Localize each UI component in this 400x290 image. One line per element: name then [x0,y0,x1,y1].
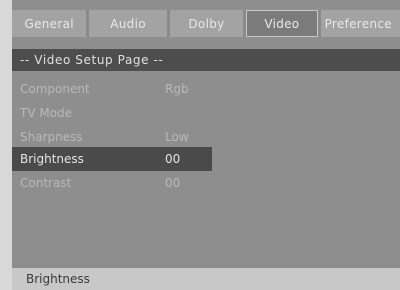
tab-general[interactable]: General [12,10,87,37]
menu-item-brightness[interactable]: Brightness 00 [12,147,212,171]
menu-item-sharpness[interactable]: Sharpness Low [12,125,212,149]
menu-item-value: 00 [165,152,181,166]
menu-item-value: Rgb [165,82,189,96]
menu-item-tv-mode[interactable]: TV Mode [12,101,212,125]
tab-audio[interactable]: Audio [89,10,167,37]
menu-item-contrast[interactable]: Contrast 00 [12,171,212,195]
tab-video[interactable]: Video [246,10,318,37]
menu-item-value: Low [165,130,189,144]
status-text: Brightness [26,272,90,286]
menu-item-value: 00 [165,176,181,190]
tab-bar: General Audio Dolby Video Preference [12,10,400,37]
menu-item-label: Contrast [20,176,72,190]
menu-item-label: Component [20,82,90,96]
status-bar: Brightness [12,268,400,290]
page-title: -- Video Setup Page -- [12,49,400,71]
tab-preference[interactable]: Preference [320,10,400,37]
menu-item-label: TV Mode [20,106,73,120]
osd-screen: General Audio Dolby Video Preference -- … [12,0,400,290]
tab-dolby[interactable]: Dolby [169,10,244,37]
menu-item-component[interactable]: Component Rgb [12,77,212,101]
menu-item-label: Brightness [20,152,84,166]
menu-item-label: Sharpness [20,130,83,144]
